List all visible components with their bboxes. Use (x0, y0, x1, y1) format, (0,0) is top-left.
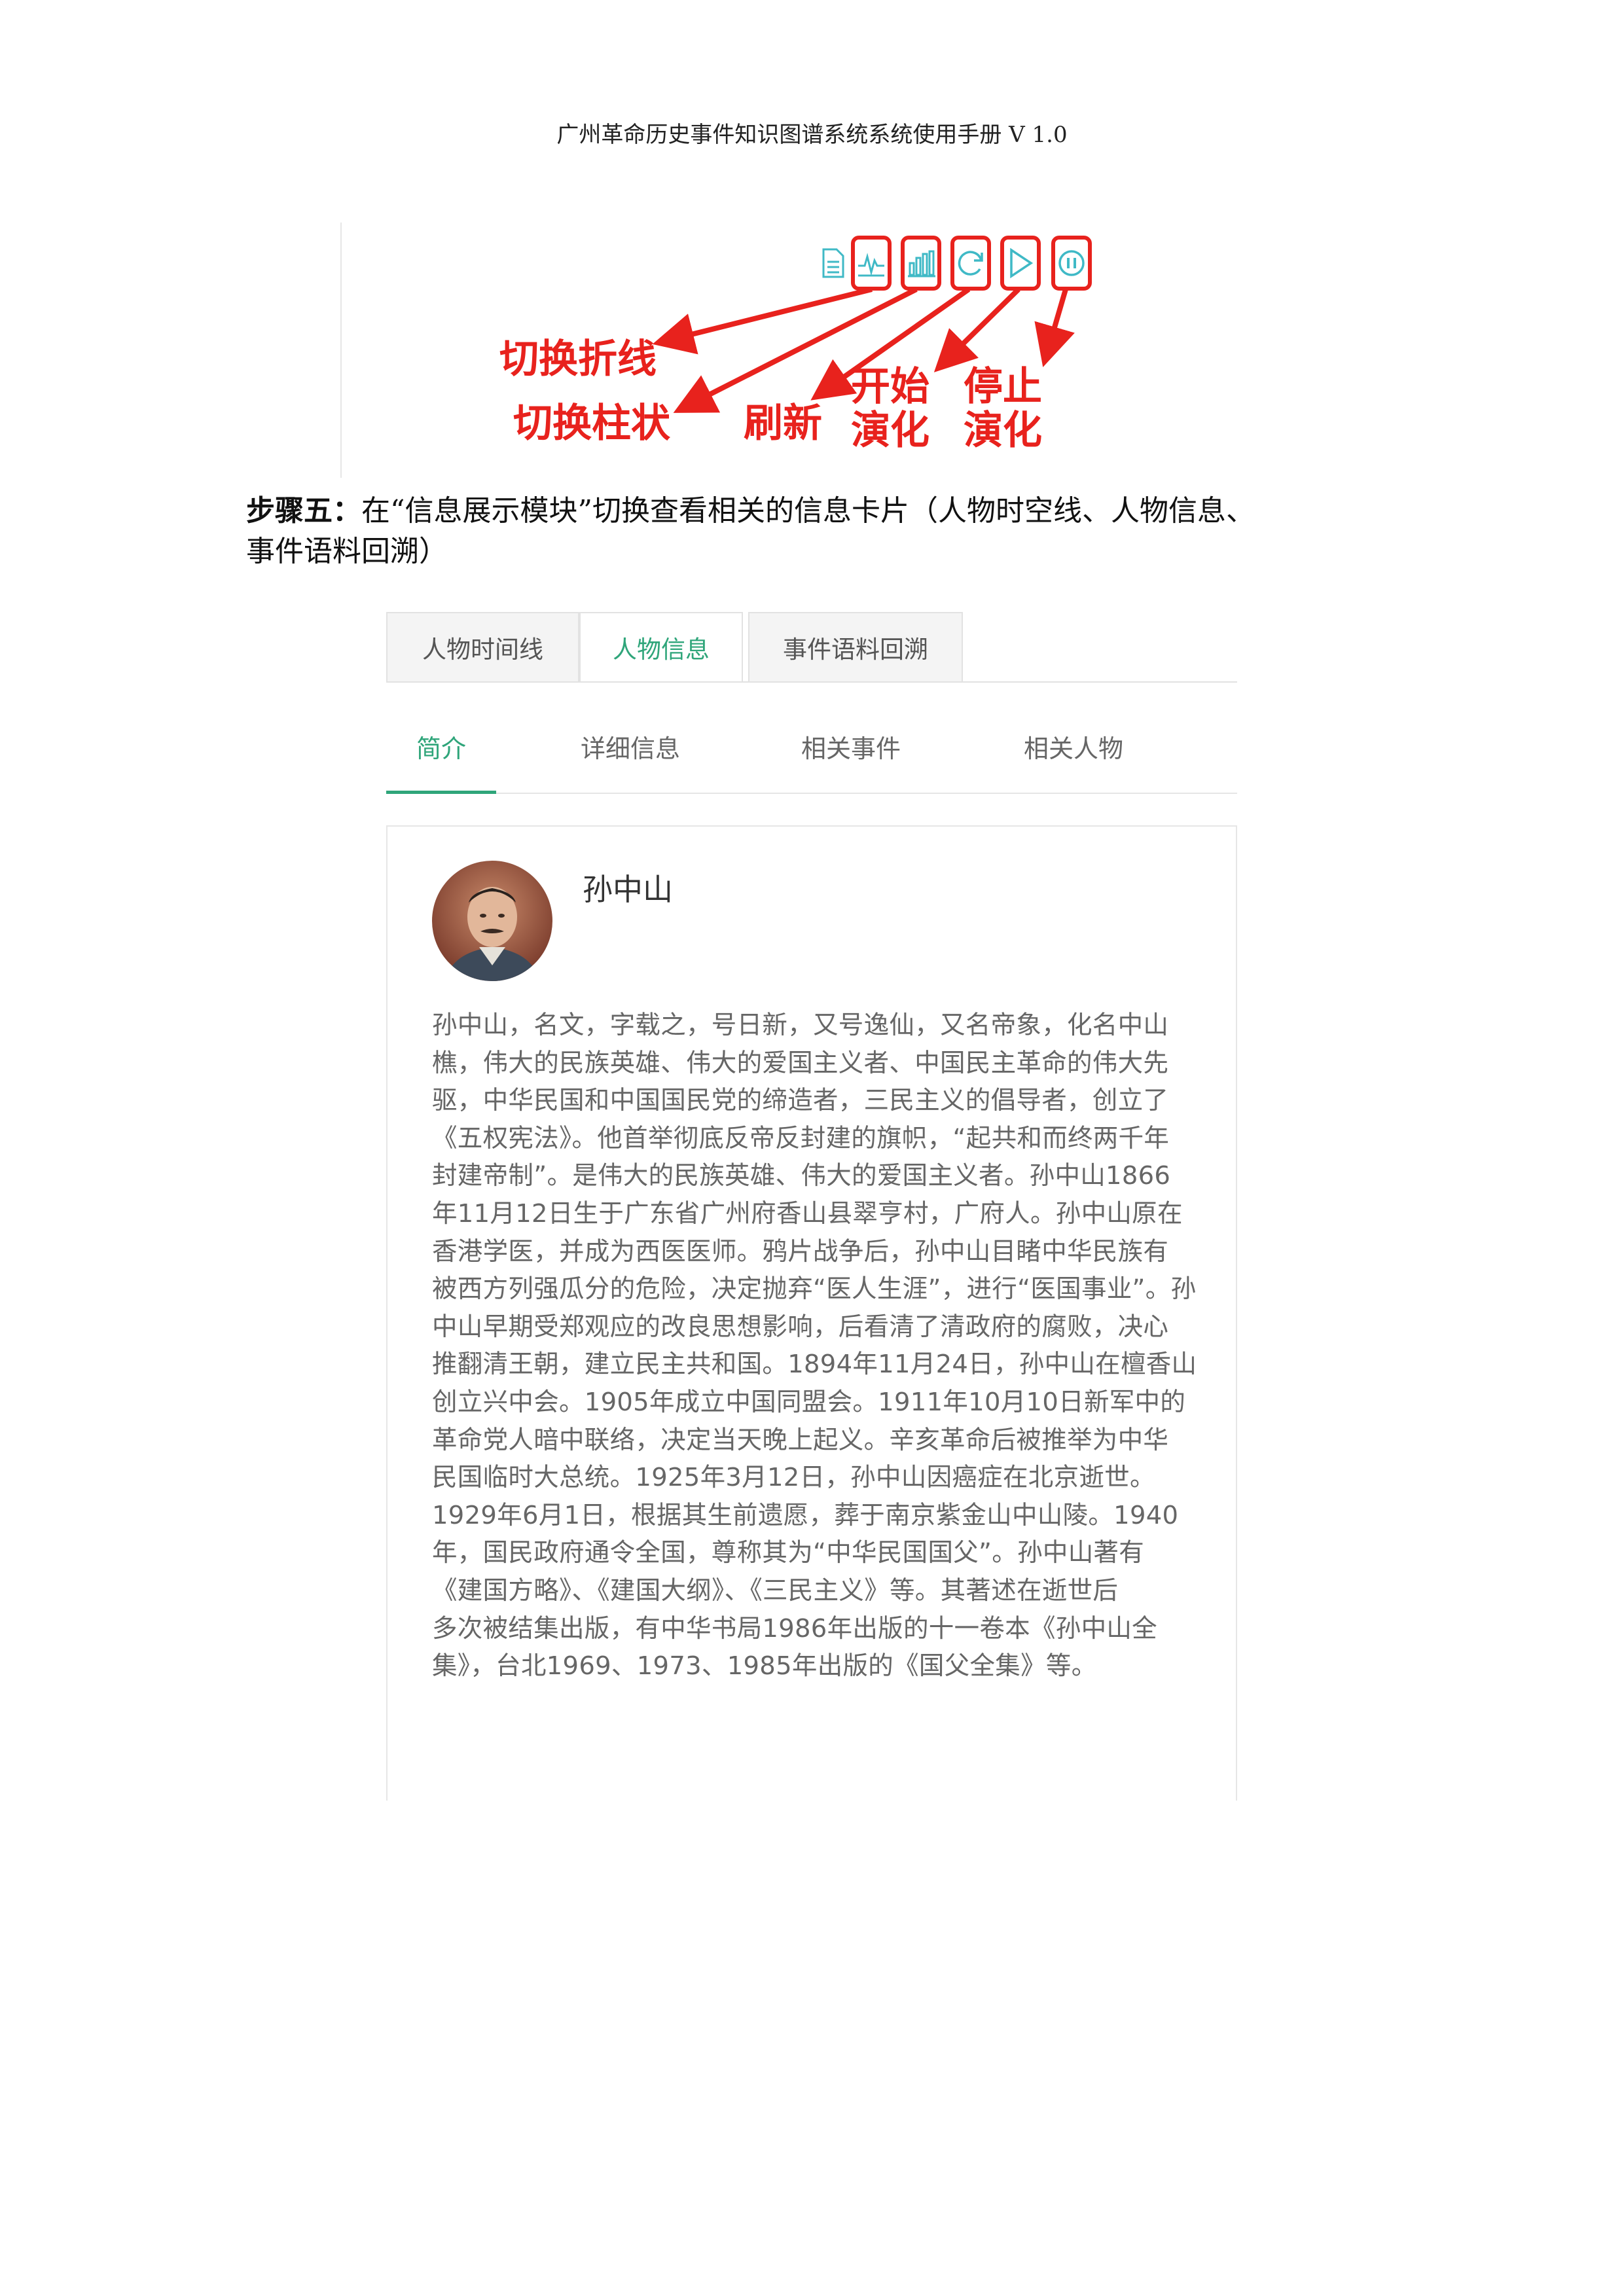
document-header: 广州革命历史事件知识图谱系统系统使用手册 V 1.0 (556, 122, 1068, 148)
step-five-paragraph: 步骤五：在“信息展示模块”切换查看相关的信息卡片（人物时空线、人物信息、 事件语… (246, 491, 1424, 572)
bio-line: 多次被结集出版，有中华书局1986年出版的十一卷本《孙中山全 (432, 1613, 1157, 1643)
bio-line: 民国临时大总统。1925年3月12日，孙中山因癌症在北京逝世。 (432, 1463, 1155, 1493)
bio-line: 封建帝制”。是伟大的民族英雄、伟大的爱国主义者。孙中山1866 (432, 1161, 1171, 1191)
tab-event-corpus[interactable]: 事件语料回溯 (748, 612, 963, 683)
annotation-refresh: 刷新 (744, 401, 822, 446)
annotation-switch-bar: 切换柱状 (513, 401, 670, 446)
active-subtab-indicator (386, 791, 496, 794)
bio-line: 集》，台北1969、1973、1985年出版的《国父全集》等。 (432, 1651, 1097, 1681)
step-label: 步骤五： (246, 494, 361, 528)
subtab-details[interactable]: 详细信息 (562, 728, 699, 781)
bio-line: 革命党人暗中联络，决定当天晚上起义。辛亥革命后被推举为中华 (432, 1425, 1169, 1455)
tab-person-timeline[interactable]: 人物时间线 (386, 612, 579, 683)
annotation-stop-line1: 停止 (964, 364, 1042, 410)
annotation-start-line2: 演化 (851, 408, 929, 454)
bio-line: 驱，中华民国和中国国民党的缔造者，三民主义的倡导者，创立了 (432, 1086, 1169, 1116)
subtab-related-events[interactable]: 相关事件 (782, 728, 920, 781)
step-line-1: 步骤五：在“信息展示模块”切换查看相关的信息卡片（人物时空线、人物信息、 (246, 491, 1424, 531)
annotation-switch-line: 切换折线 (499, 336, 657, 382)
person-profile-card: 孙中山 孙中山，名文，字载之，号日新，又号逸仙，又名帝象，化名中山 樵，伟大的民族… (386, 825, 1237, 1801)
info-display-panel: 人物时间线 人物信息 事件语料回溯 简介 详细信息 相关事件 相关人物 孙中山 … (386, 612, 1237, 1801)
annotation-start-line1: 开始 (851, 364, 929, 410)
annotation-start: 开始 演化 (851, 365, 929, 453)
person-bio: 孙中山，名文，字载之，号日新，又号逸仙，又名帝象，化名中山 樵，伟大的民族英雄、伟… (432, 1007, 1198, 1685)
bio-line: 创立兴中会。1905年成立中国同盟会。1911年10月10日新军中的 (432, 1387, 1186, 1417)
bio-line: 樵，伟大的民族英雄、伟大的爱国主义者、中国民主革命的伟大先 (432, 1048, 1169, 1078)
avatar (432, 861, 552, 981)
bio-line: 年11月12日生于广东省广州府香山县翠亨村，广府人。孙中山原在 (432, 1198, 1183, 1229)
toolbar-screenshot: 切换折线 切换柱状 刷新 开始 演化 停止 演化 (340, 216, 1152, 484)
sub-tabs-divider (386, 793, 1237, 794)
bio-line: 孙中山，名文，字载之，号日新，又号逸仙，又名帝象，化名中山 (432, 1011, 1169, 1040)
subtab-intro[interactable]: 简介 (386, 728, 496, 781)
step-text-2: 事件语料回溯） (246, 535, 448, 568)
tab-person-info[interactable]: 人物信息 (579, 612, 743, 683)
step-text-1: 在“信息展示模块”切换查看相关的信息卡片（人物时空线、人物信息、 (361, 494, 1255, 528)
annotation-stop-line2: 演化 (964, 408, 1042, 454)
bio-line: 推翻清王朝，建立民主共和国。1894年11月24日，孙中山在檀香山 (432, 1350, 1197, 1380)
subtab-related-people[interactable]: 相关人物 (1005, 728, 1142, 781)
person-name: 孙中山 (583, 872, 673, 907)
bio-line: 《建国方略》、《建国大纲》、《三民主义》等。其著述在逝世后 (432, 1575, 1119, 1605)
bio-line: 《五权宪法》。他首举彻底反帝反封建的旗帜，“起共和而终两千年 (432, 1123, 1170, 1153)
bio-line: 1929年6月1日，根据其生前遗愿，葬于南京紫金山中山陵。1940 (432, 1500, 1179, 1530)
bio-line: 被西方列强瓜分的危险，决定抛弃“医人生涯”，进行“医国事业”。孙 (432, 1274, 1197, 1304)
card-tabs-divider (386, 681, 1237, 683)
bio-line: 香港学医，并成为西医医师。鸦片战争后，孙中山目睹中华民族有 (432, 1236, 1169, 1266)
bio-line: 年，国民政府通令全国，尊称其为“中华民国国父”。孙中山著有 (432, 1538, 1145, 1568)
bio-line: 中山早期受郑观应的改良思想影响，后看清了清政府的腐败，决心 (432, 1312, 1169, 1342)
annotation-stop: 停止 演化 (964, 365, 1042, 453)
